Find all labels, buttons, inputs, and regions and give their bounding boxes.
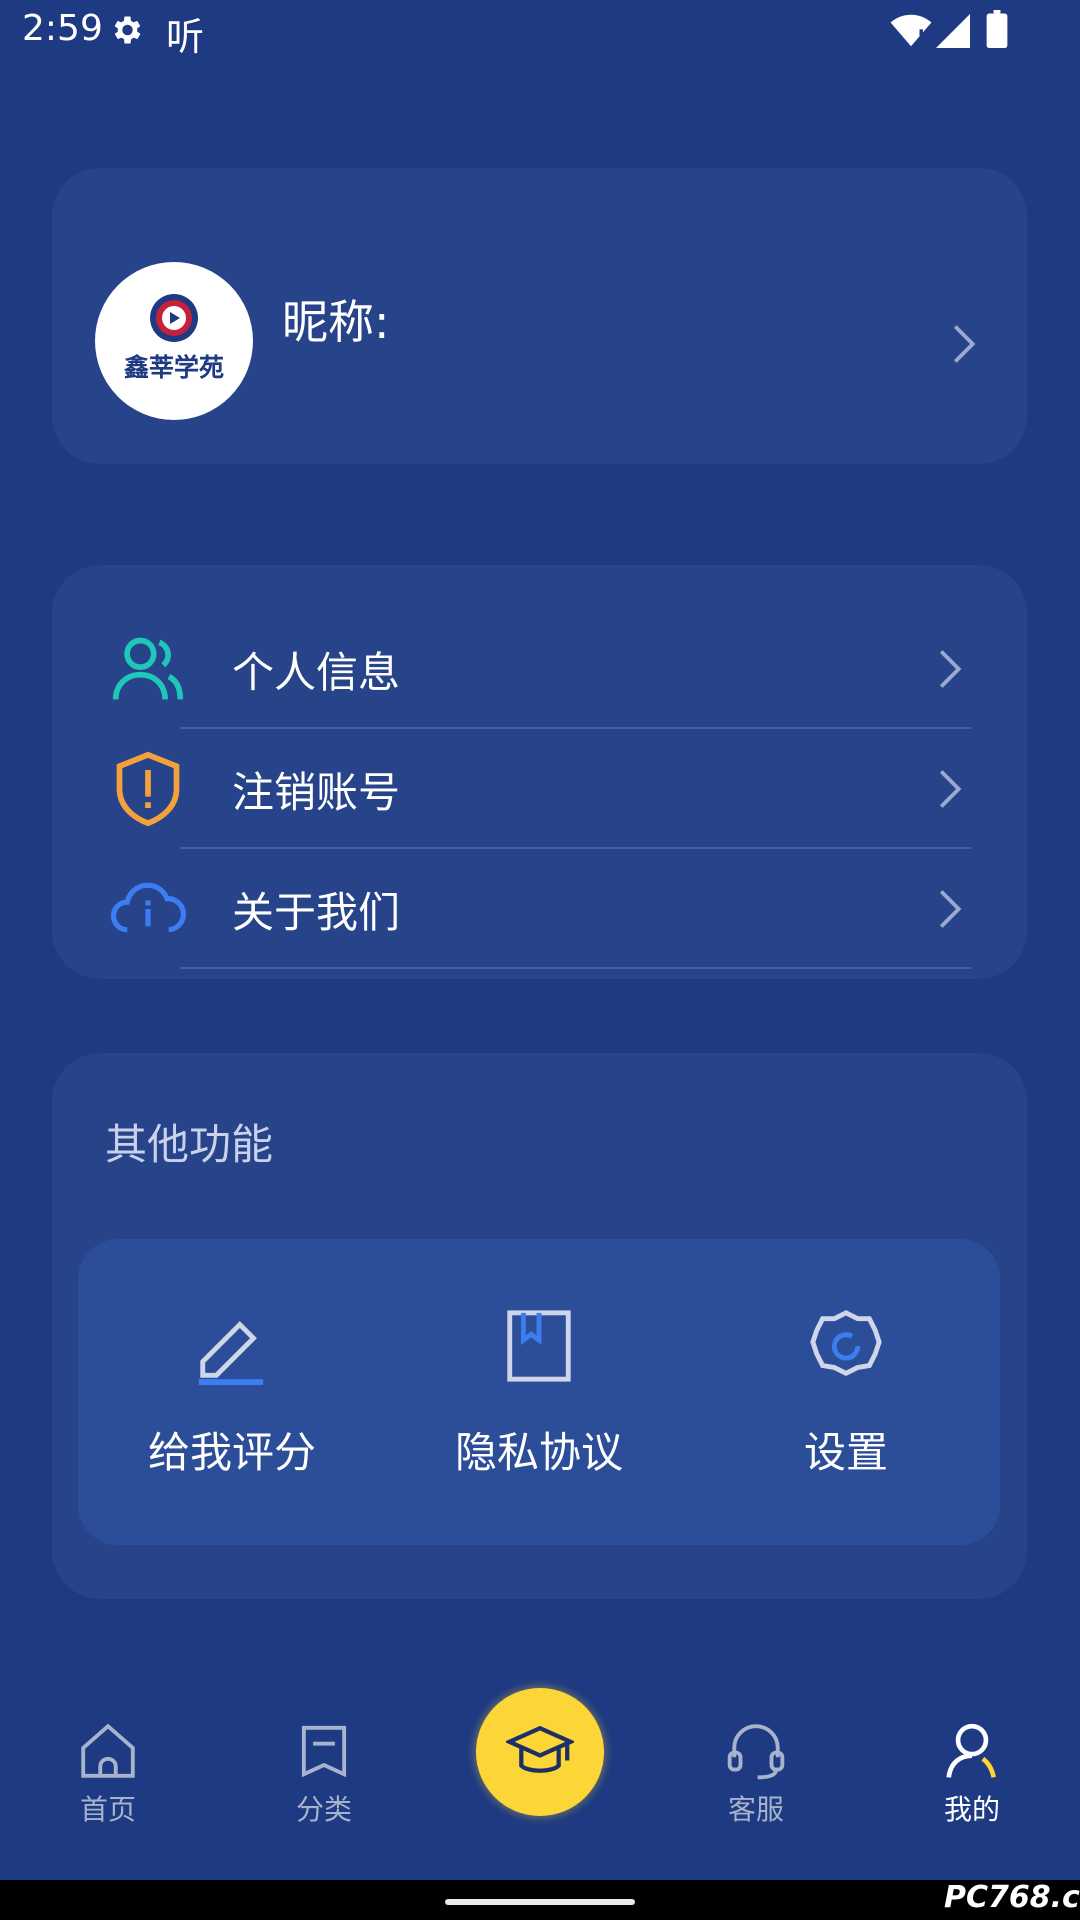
nav-customer-service[interactable]: 客服 (691, 1720, 821, 1828)
nav-course-button[interactable] (476, 1688, 604, 1816)
nav-label: 分类 (295, 1793, 352, 1826)
chevron-right-icon (953, 325, 976, 363)
nav-mine[interactable]: 我的 (907, 1720, 1037, 1828)
headset-icon (727, 1724, 785, 1780)
nav-label: 客服 (727, 1793, 784, 1826)
logo-text: 鑫莘学苑 (123, 353, 224, 382)
signal-icon (936, 14, 970, 48)
pen-icon (198, 1321, 264, 1385)
shield-alert-icon (116, 751, 180, 827)
menu-item-label: 注销账号 (232, 768, 401, 817)
section-title: 其他功能 (105, 1120, 274, 1169)
menu-card: 个人信息 注销账号 关于我们 (52, 565, 1027, 979)
status-time: 2:59 (22, 8, 103, 49)
user-group-icon (112, 637, 184, 700)
nav-label: 我的 (943, 1793, 1000, 1826)
listen-icon: 听 (166, 15, 205, 59)
chevron-right-icon (939, 890, 962, 928)
function-label: 设置 (803, 1428, 888, 1477)
chevron-right-icon (939, 650, 962, 688)
function-label: 给我评分 (147, 1428, 316, 1477)
profile-icon (946, 1723, 996, 1778)
menu-item-personal-info[interactable]: 个人信息 (52, 609, 1027, 729)
nickname-label: 昵称: (282, 295, 390, 349)
functions-panel: 给我评分 隐私协议 设置 (78, 1239, 1000, 1545)
chevron-right-icon (939, 770, 962, 808)
nav-home[interactable]: 首页 (43, 1720, 173, 1828)
nav-label: 首页 (79, 1793, 136, 1826)
battery-icon (986, 10, 1008, 48)
home-icon (81, 1723, 135, 1778)
book-icon (301, 1725, 347, 1778)
bottom-nav: 首页 分类 客服 我的 (0, 1660, 1080, 1880)
menu-item-cancel-account[interactable]: 注销账号 (52, 729, 1027, 849)
graduation-cap-icon (506, 1725, 574, 1773)
settings-button[interactable]: 设置 (726, 1307, 966, 1507)
nav-category[interactable]: 分类 (259, 1720, 389, 1828)
privacy-policy-button[interactable]: 隐私协议 (419, 1307, 659, 1507)
gear-icon (114, 16, 141, 44)
avatar[interactable]: 鑫莘学苑 (95, 262, 253, 420)
gesture-bar (0, 1880, 1080, 1920)
menu-item-about-us[interactable]: 关于我们 (52, 849, 1027, 969)
menu-item-label: 关于我们 (232, 888, 401, 937)
watermark: PC768.com (944, 1880, 1080, 1915)
settings-gear-icon (810, 1310, 882, 1377)
other-functions-card: 其他功能 给我评分 隐私协议 设置 (52, 1053, 1027, 1599)
rate-us-button[interactable]: 给我评分 (112, 1307, 352, 1507)
status-bar: 2:59 听 (0, 0, 1080, 60)
home-gesture-handle[interactable] (445, 1899, 635, 1905)
bookmark-doc-icon (507, 1310, 571, 1382)
cloud-info-icon (110, 882, 186, 933)
divider (180, 967, 971, 969)
wifi-icon (890, 14, 932, 47)
academy-logo-icon (150, 294, 198, 342)
profile-card[interactable]: 鑫莘学苑 昵称: (52, 168, 1027, 464)
function-label: 隐私协议 (454, 1428, 623, 1477)
menu-item-label: 个人信息 (232, 648, 401, 697)
